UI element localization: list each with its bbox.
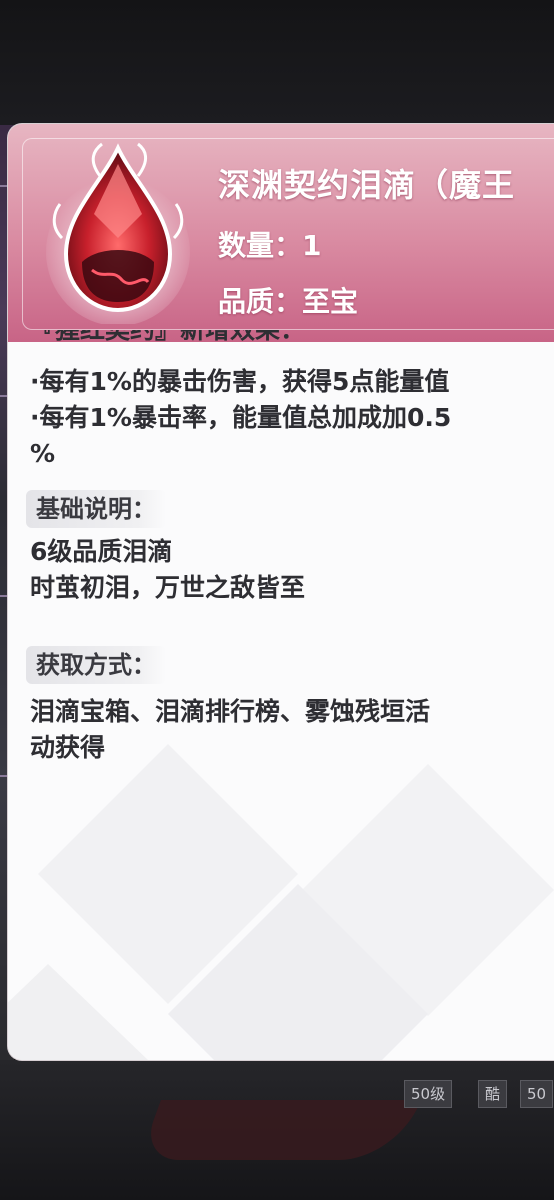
item-quality: 品质：至宝 (218, 285, 359, 318)
effect-line: % (30, 439, 56, 468)
effect-header-partial: 『猩红契约』新增效果： (30, 330, 540, 356)
background-level-badge: 50 (520, 1080, 554, 1108)
item-detail-popup[interactable]: 深渊契约泪滴（魔王 数量：1 品质：至宝 『猩红契约』新增效果： ·每有1%的暴… (8, 124, 554, 1060)
basic-info-heading: 基础说明： (26, 490, 166, 528)
teardrop-gem-icon (46, 142, 190, 324)
obtain-method-line: 动获得 (30, 733, 106, 762)
effect-line: ·每有1%的暴击伤害，获得5点能量值 (30, 367, 450, 396)
effect-line: ·每有1%暴击率，能量值总加成加0.5 (30, 403, 452, 432)
background-top (0, 0, 554, 125)
item-header: 深渊契约泪滴（魔王 数量：1 品质：至宝 (8, 124, 554, 342)
obtain-method-line: 泪滴宝箱、泪滴排行榜、雾蚀残垣活 (30, 697, 431, 726)
item-quantity: 数量：1 (218, 229, 322, 262)
obtain-method-heading: 获取方式： (26, 646, 166, 684)
basic-info-line: 6级品质泪滴 (30, 537, 173, 566)
background-level-badge: 50级 (404, 1080, 453, 1108)
item-title: 深渊契约泪滴（魔王 (218, 166, 516, 204)
basic-info-line: 时茧初泪，万世之敌皆至 (30, 573, 306, 602)
background-badge: 酷 (478, 1080, 508, 1108)
